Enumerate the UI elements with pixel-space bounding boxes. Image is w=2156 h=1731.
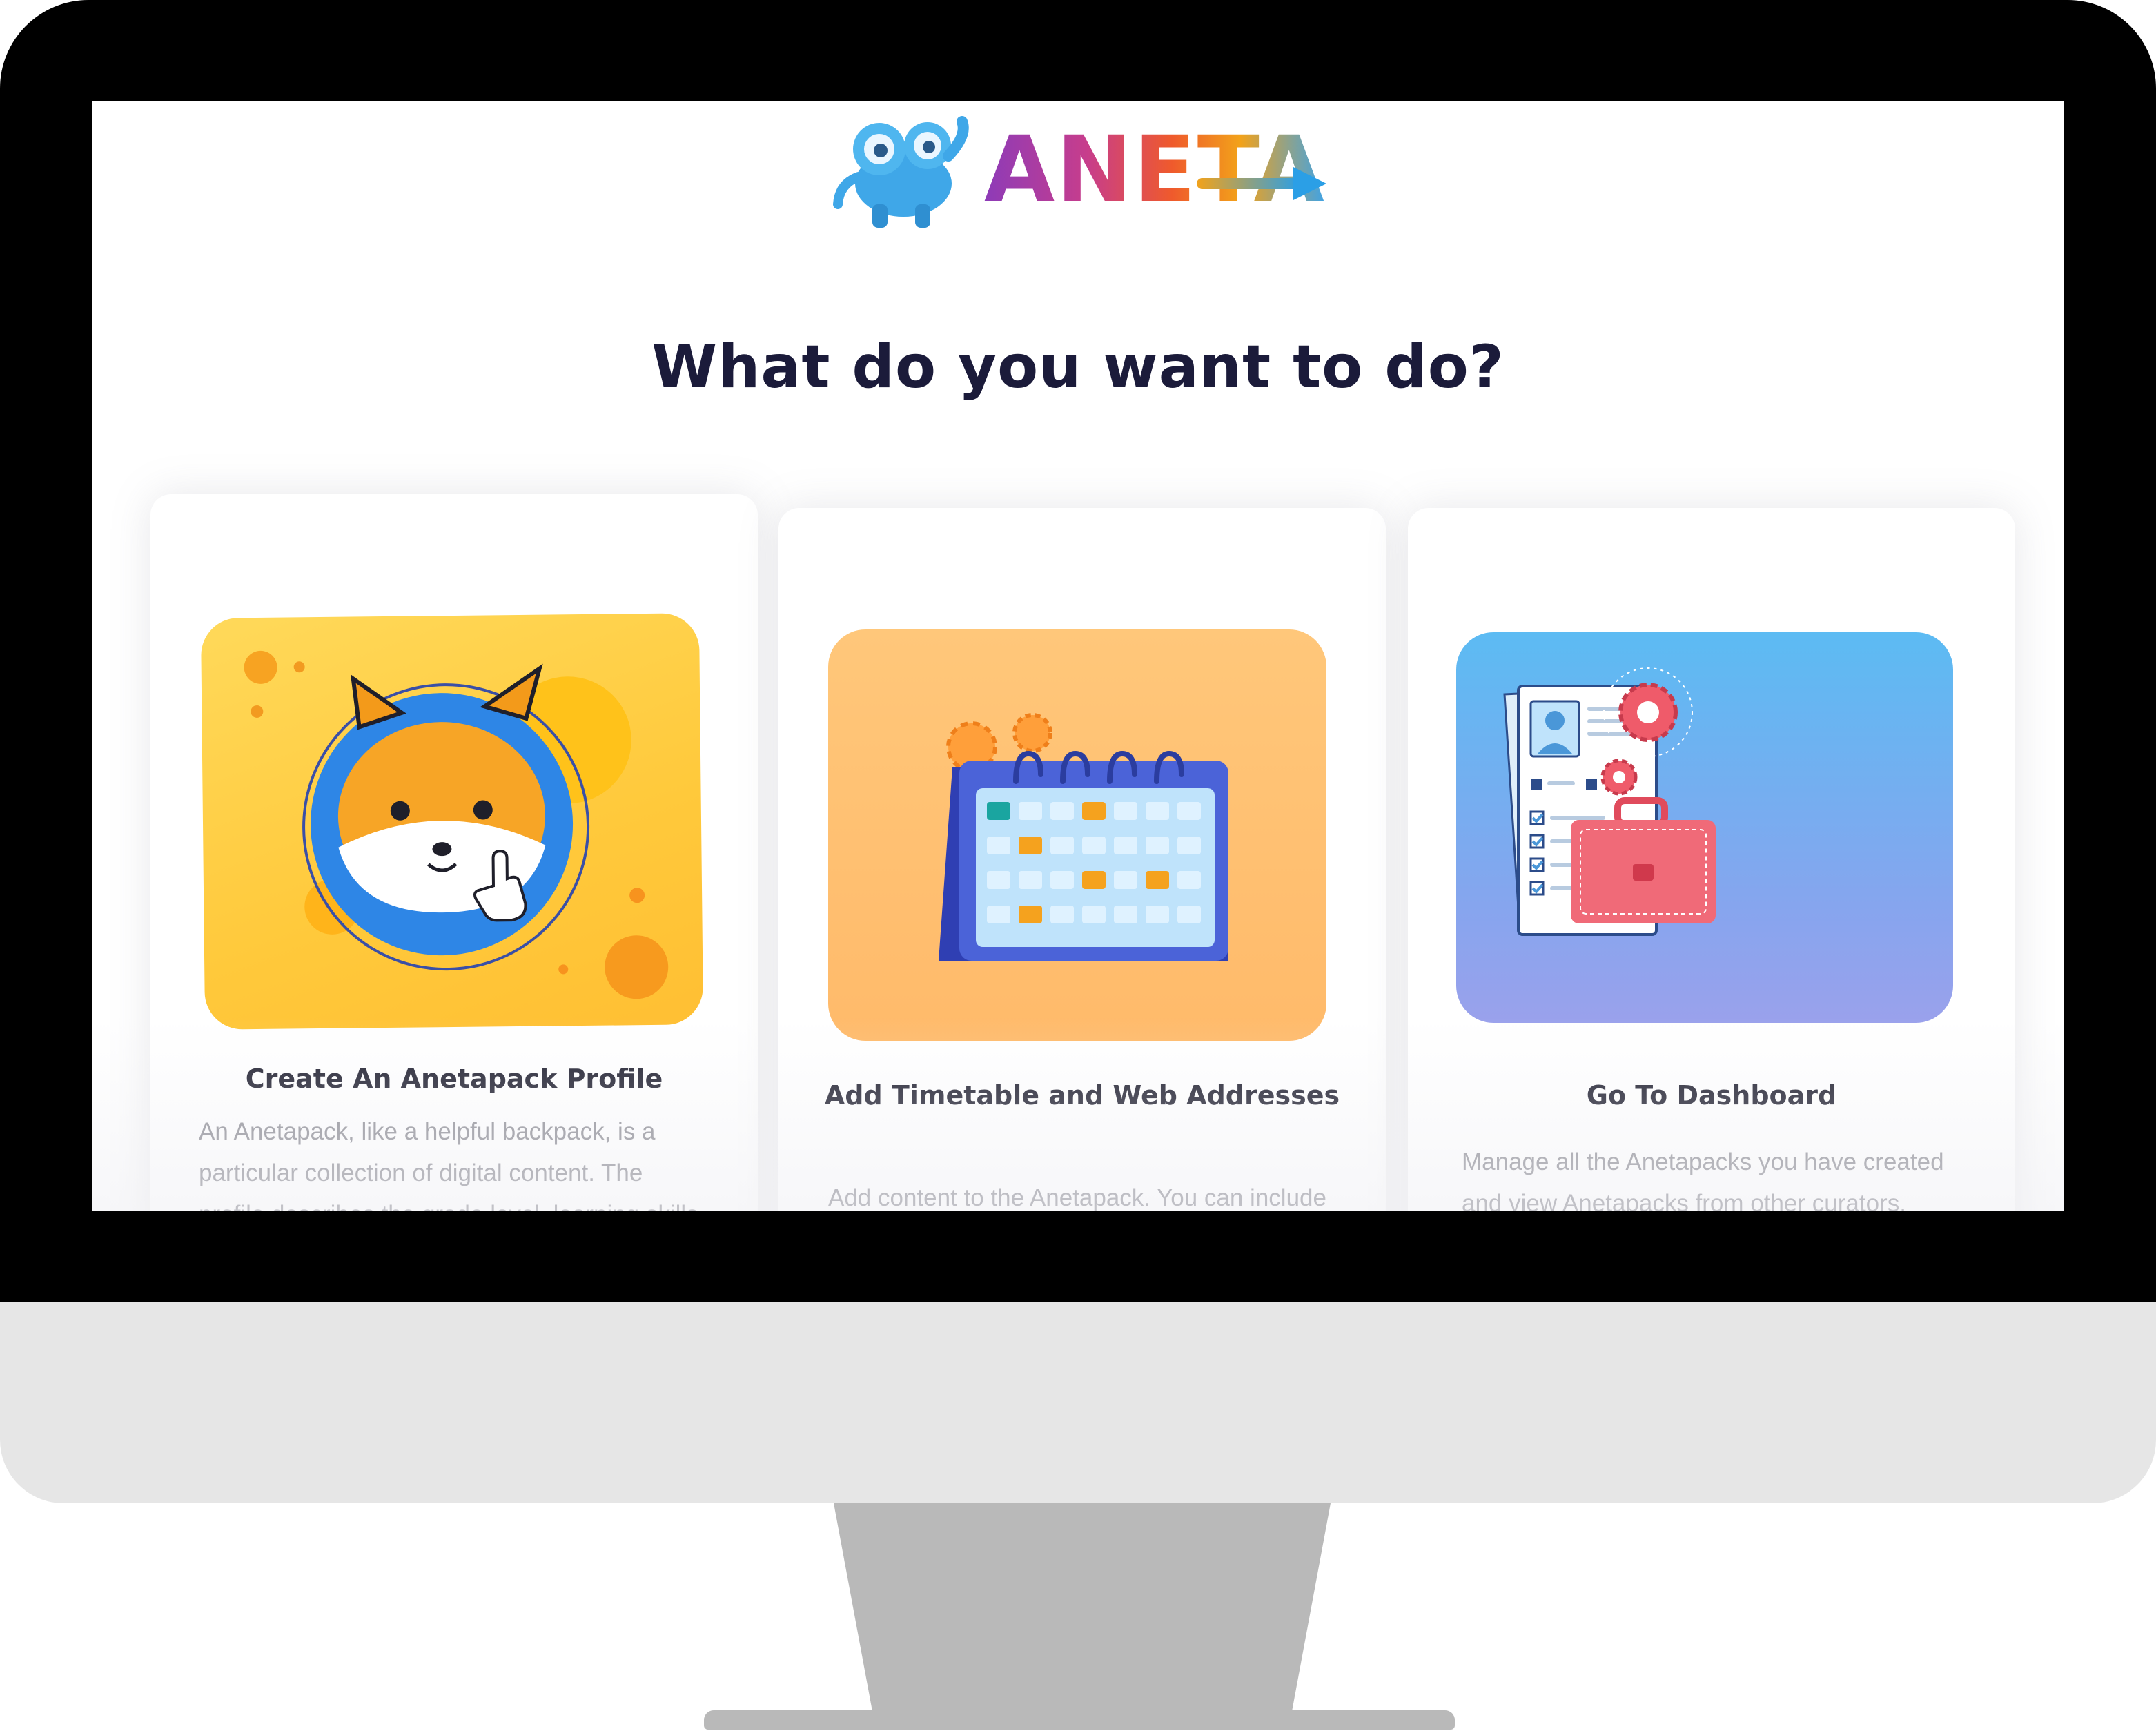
screen: ANETA What do you want to do? Create An … bbox=[92, 101, 2064, 1211]
monitor-stand bbox=[834, 1503, 1331, 1717]
card-create-profile[interactable]: Create An Anetapack Profile An Anetapack… bbox=[150, 494, 758, 1211]
dashboard-briefcase-icon bbox=[1456, 632, 1953, 1023]
fox-avatar-icon bbox=[200, 613, 704, 1030]
calendar-icon bbox=[828, 629, 1326, 1041]
card-add-timetable[interactable]: Add Timetable and Web Addresses Add cont… bbox=[778, 508, 1386, 1211]
card-description: Manage all the Anetapacks you have creat… bbox=[1462, 1148, 1944, 1211]
card-title: Create An Anetapack Profile bbox=[245, 1064, 663, 1094]
robot-mascot-icon bbox=[833, 116, 969, 228]
card-title: Go To Dashboard bbox=[1586, 1080, 1837, 1111]
monitor-chin bbox=[0, 1302, 2156, 1503]
card-title: Add Timetable and Web Addresses bbox=[824, 1080, 1340, 1111]
card-go-to-dashboard[interactable]: Go To Dashboard Manage all the Anetapack… bbox=[1408, 508, 2015, 1211]
monitor-foot bbox=[704, 1710, 1455, 1730]
card-description: Add content to the Anetapack. You can in… bbox=[828, 1184, 1326, 1211]
page-title: What do you want to do? bbox=[651, 333, 1505, 402]
aneta-logo[interactable]: ANETA bbox=[831, 108, 1328, 232]
arrow-right-icon bbox=[1197, 167, 1326, 200]
card-description: An Anetapack, like a helpful backpack, i… bbox=[199, 1118, 698, 1211]
